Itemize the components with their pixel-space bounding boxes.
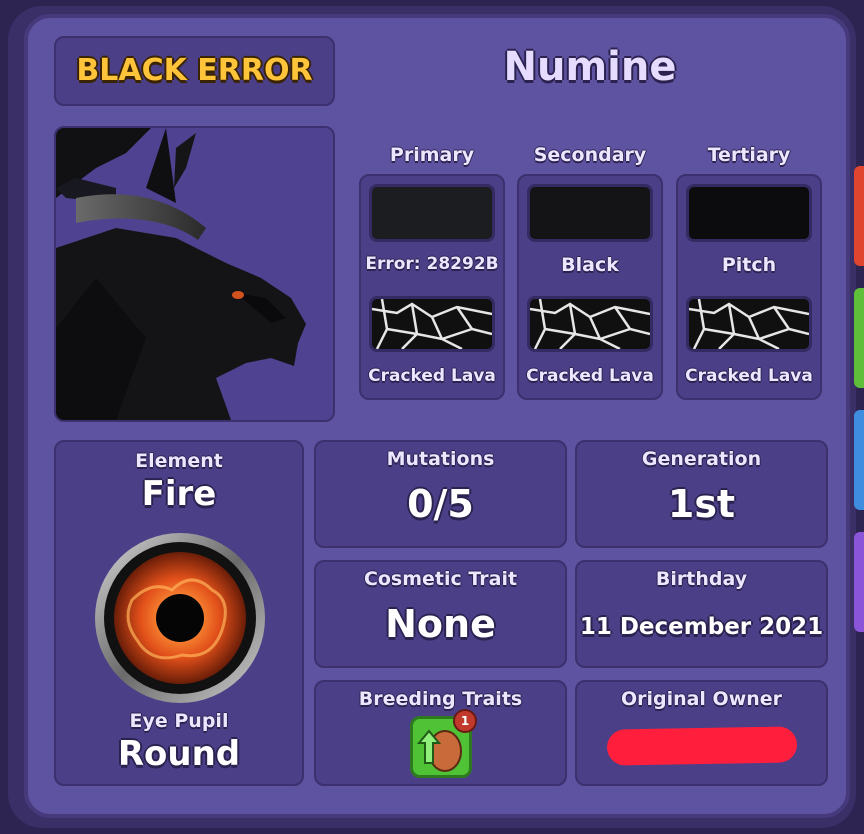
cosmetic-trait-label: Cosmetic Trait (363, 568, 518, 590)
mutations-label: Mutations (386, 448, 495, 470)
side-tab-red[interactable] (854, 166, 864, 266)
primary-color-name: Error: 28292B (365, 254, 499, 274)
element-eye-card: Element Fire Eye Pupil Round (54, 440, 304, 786)
eye-pupil-icon (95, 533, 265, 703)
eye-pupil-label: Eye Pupil (129, 710, 229, 732)
breeding-trait-button[interactable]: 1 (410, 709, 477, 778)
generation-value: 1st (667, 482, 736, 526)
cosmetic-trait-card: Cosmetic Trait None (314, 560, 567, 668)
generation-label: Generation (641, 448, 762, 470)
secondary-color-swatch[interactable] (527, 184, 653, 242)
cosmetic-trait-value: None (385, 602, 496, 646)
element-label: Element (135, 450, 223, 472)
primary-color-swatch[interactable] (369, 184, 495, 242)
birthday-value: 11 December 2021 (579, 614, 824, 640)
primary-pattern-name: Cracked Lava (368, 366, 496, 386)
mutations-value: 0/5 (407, 482, 474, 526)
birthday-label: Birthday (655, 568, 748, 590)
rarity-badge: BLACK ERROR (54, 36, 335, 106)
side-tab-purple[interactable] (854, 532, 864, 632)
primary-pattern-swatch[interactable] (369, 296, 495, 352)
dragon-portrait (54, 126, 335, 422)
side-tab-blue[interactable] (854, 410, 864, 510)
breeding-trait-badge: 1 (453, 709, 477, 733)
tertiary-color-swatch[interactable] (686, 184, 812, 242)
element-value: Fire (141, 474, 217, 514)
mutations-card: Mutations 0/5 (314, 440, 567, 548)
side-tab-green[interactable] (854, 288, 864, 388)
color-column-secondary: Black Cracked Lava (517, 174, 663, 400)
eye-pupil-value: Round (117, 734, 241, 774)
secondary-color-name: Black (561, 254, 619, 276)
original-owner-label: Original Owner (620, 688, 783, 710)
primary-label: Primary (389, 144, 475, 166)
generation-card: Generation 1st (575, 440, 828, 548)
tertiary-pattern-name: Cracked Lava (685, 366, 813, 386)
color-column-tertiary: Pitch Cracked Lava (676, 174, 822, 400)
secondary-label: Secondary (533, 144, 647, 166)
breeding-traits-card: Breeding Traits 1 (314, 680, 567, 786)
redacted-owner-name (606, 726, 798, 766)
original-owner-card: Original Owner (575, 680, 828, 786)
secondary-pattern-swatch[interactable] (527, 296, 653, 352)
tertiary-pattern-swatch[interactable] (686, 296, 812, 352)
tertiary-label: Tertiary (707, 144, 791, 166)
breeding-traits-label: Breeding Traits (358, 688, 523, 710)
tertiary-color-name: Pitch (721, 254, 777, 276)
color-column-primary: Error: 28292B Cracked Lava (359, 174, 505, 400)
secondary-pattern-name: Cracked Lava (526, 366, 654, 386)
dragon-silhouette-icon (56, 128, 306, 420)
birthday-card: Birthday 11 December 2021 (575, 560, 828, 668)
dragon-name: Numine (503, 44, 677, 90)
